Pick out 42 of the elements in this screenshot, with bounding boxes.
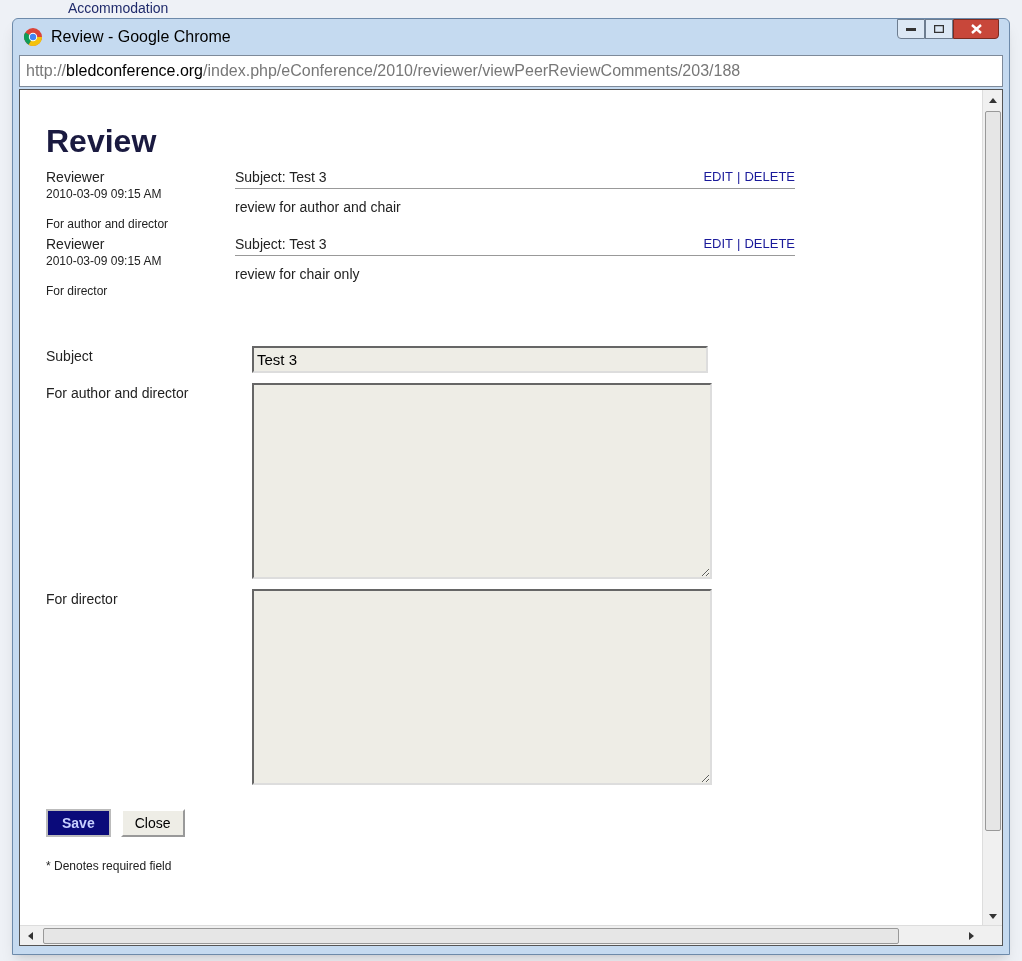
address-bar[interactable]: http://bledconference.org/index.php/eConference/2010/reviewer/viewPeerReviewComments/203/188 [19,55,1003,87]
field-label: For author and director [46,384,190,403]
window-title: Review - Google Chrome [51,27,232,47]
link-separator: | [737,168,741,187]
review-date: 2010-03-09 09:15 AM [46,253,163,269]
close-button[interactable]: Close [120,809,185,837]
page-heading: Review [46,122,158,160]
review-audience: For director [46,283,109,299]
review-subject: Subject: Test 3 [235,167,327,187]
link-separator: | [737,235,741,254]
scrollbar-thumb[interactable] [43,927,899,944]
field-label: For director [46,590,119,609]
maximize-button[interactable] [925,19,953,39]
delete-link[interactable]: DELETE [744,234,795,254]
edit-link[interactable]: EDIT [703,167,734,187]
maximize-icon [934,25,944,33]
scroll-left-icon [28,931,33,940]
scrollbar-thumb[interactable] [984,111,1001,831]
review-text: review for chair only [235,265,361,284]
minimize-button[interactable] [897,19,925,39]
required-note: * Denotes required field [46,858,173,875]
reviewer-name: Reviewer [46,168,106,186]
edit-link[interactable]: EDIT [703,234,734,254]
delete-link[interactable]: DELETE [744,167,795,187]
reviewer-name: Reviewer [46,235,106,253]
subject-field[interactable]: Test 3 [252,346,708,373]
review-audience: For author and director [46,216,170,232]
review-date: 2010-03-09 09:15 AM [46,186,163,202]
field-label: Subject [46,347,94,366]
background-link[interactable]: Accommodation [68,0,169,16]
scroll-right-icon [969,931,974,940]
vertical-scrollbar[interactable] [982,90,1002,925]
horizontal-scrollbar[interactable] [20,925,1002,945]
scroll-up-icon [988,98,997,103]
close-icon [970,24,982,34]
browser-logo-icon [23,27,43,47]
review-text: review for author and chair [235,198,402,217]
minimize-icon [906,27,916,31]
close-window-button[interactable] [953,19,999,39]
save-button[interactable]: Save [46,809,111,837]
review-subject: Subject: Test 3 [235,234,327,254]
scroll-down-icon [988,914,997,919]
